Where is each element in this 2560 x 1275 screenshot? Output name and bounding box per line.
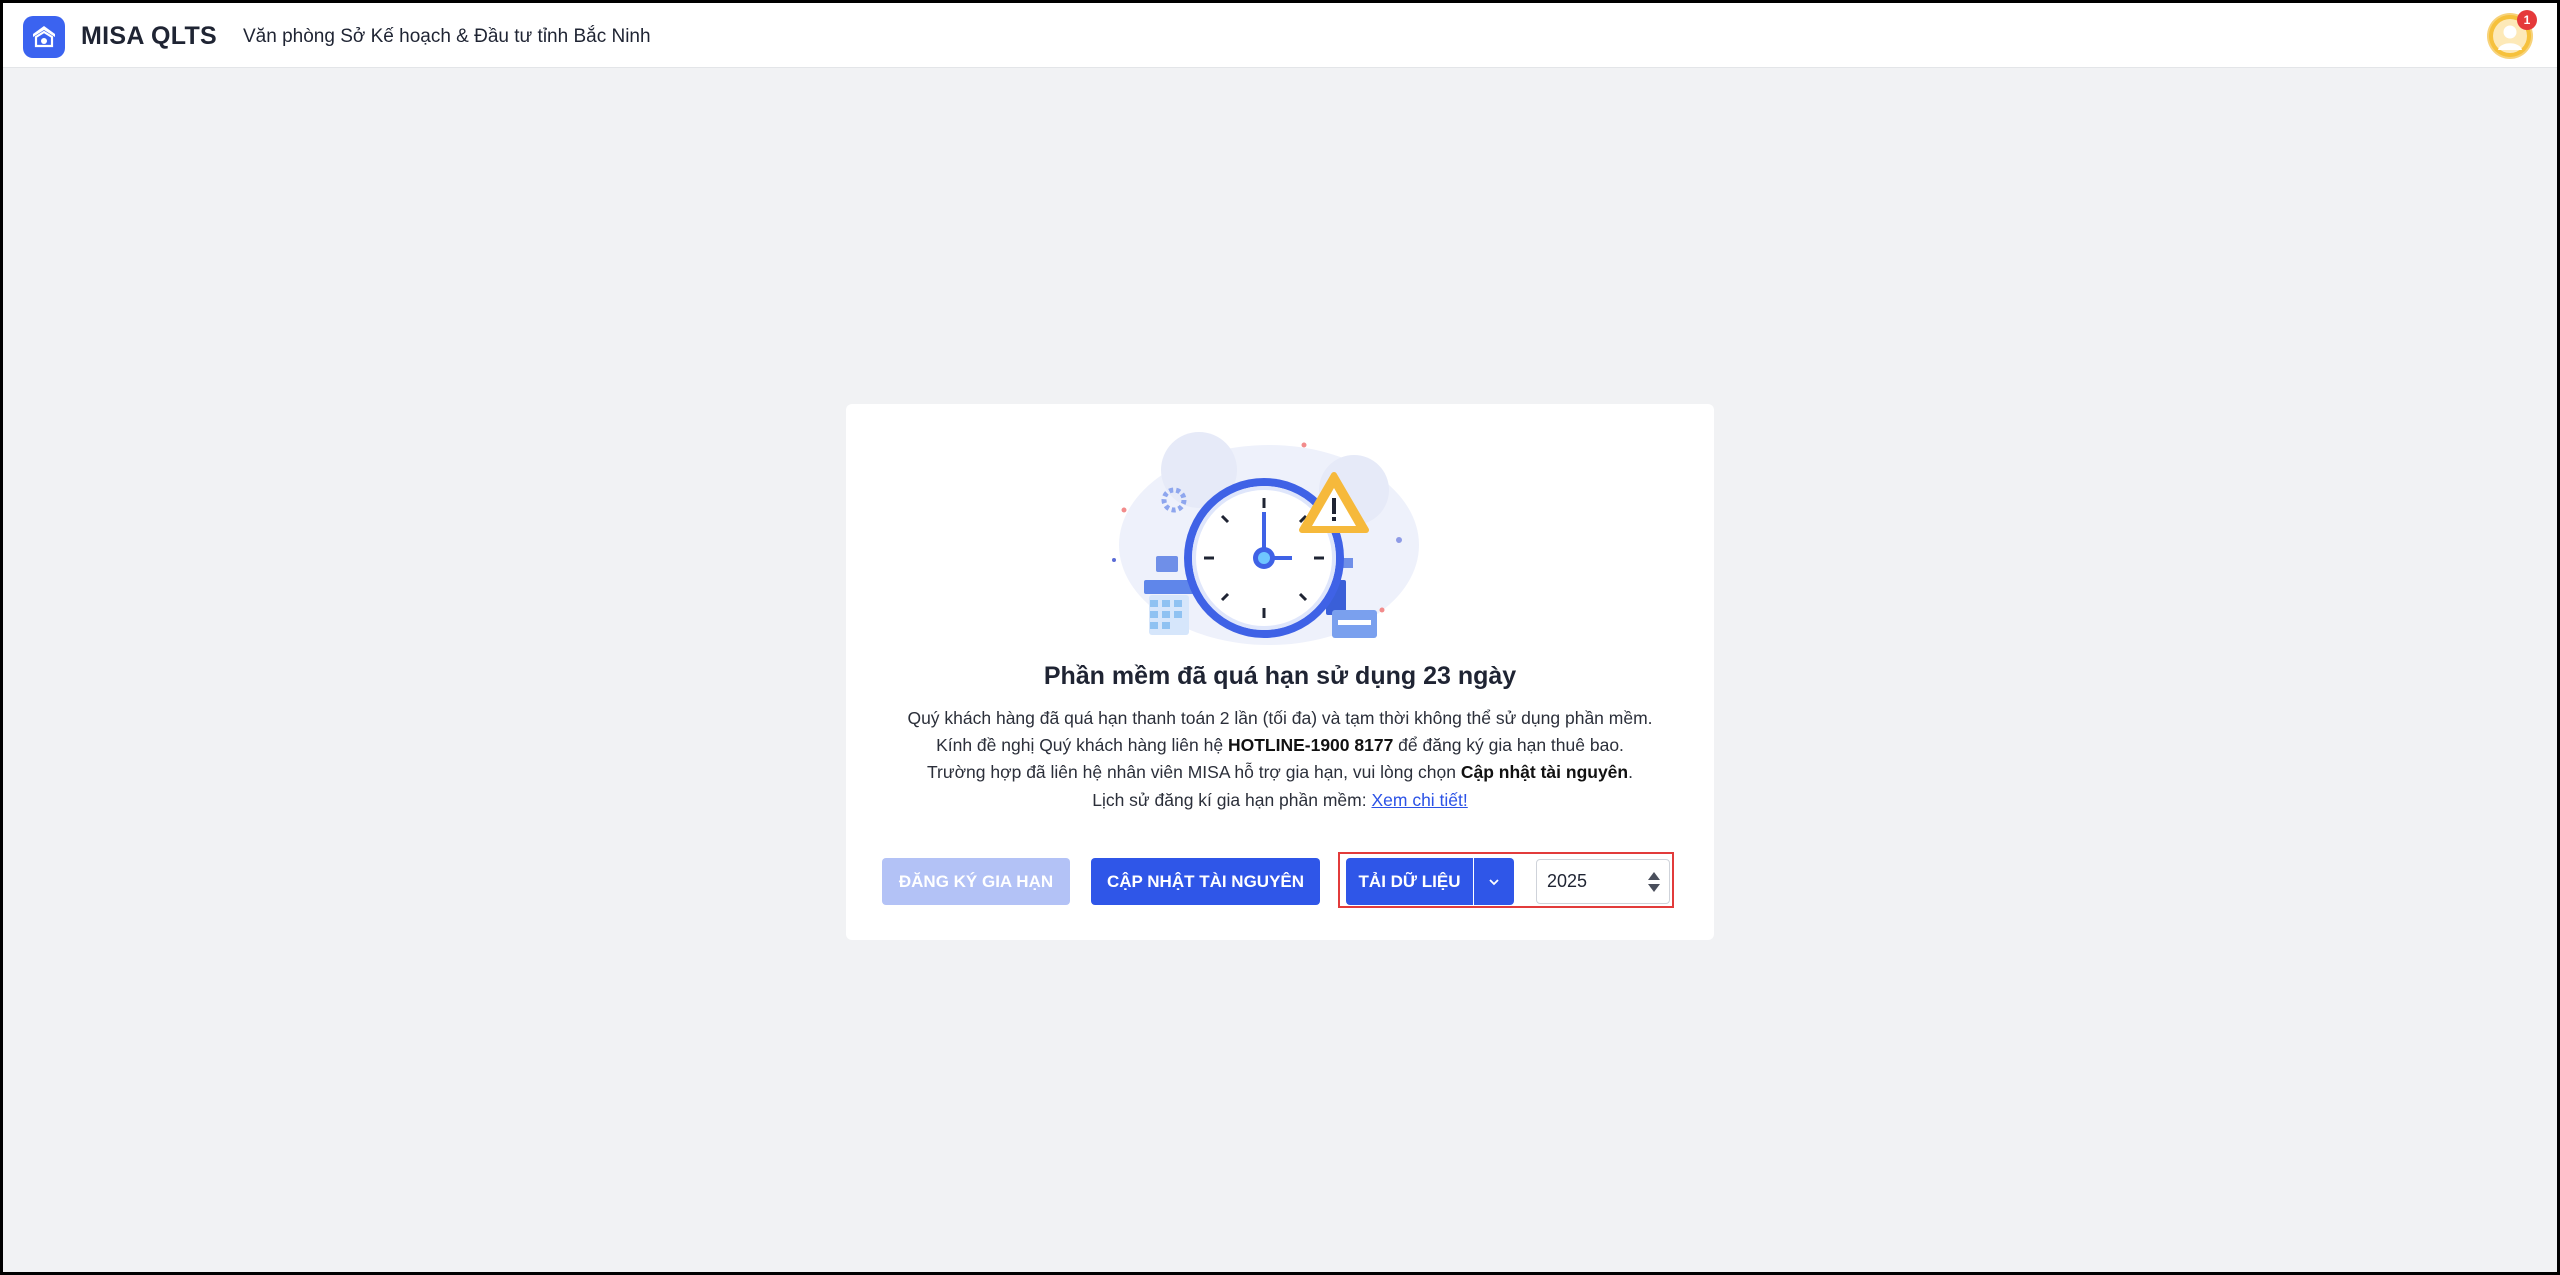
top-bar: MISA QLTS Văn phòng Sở Kế hoạch & Đầu tư…: [3, 3, 2557, 68]
app-title: MISA QLTS: [81, 22, 218, 50]
chevron-down-icon: [1489, 878, 1499, 885]
app-window: MISA QLTS Văn phòng Sở Kế hoạch & Đầu tư…: [3, 3, 2557, 1272]
notice-line-2: Kính đề nghị Quý khách hàng liên hệ HOTL…: [846, 735, 1714, 756]
notice-line-3: Trường hợp đã liên hệ nhân viên MISA hỗ …: [846, 762, 1714, 783]
download-dropdown-button[interactable]: [1474, 858, 1514, 905]
notice-line-3-suffix: .: [1628, 762, 1633, 782]
update-resource-hint: Cập nhật tài nguyên: [1460, 762, 1629, 782]
expired-title: Phần mềm đã quá hạn sử dụng 23 ngày: [1043, 662, 1517, 690]
spinner-arrows-icon[interactable]: [1645, 868, 1663, 896]
register-renewal-button[interactable]: ĐĂNG KÝ GIA HẠN: [882, 858, 1070, 905]
notice-line-4-prefix: Lịch sử đăng kí gia hạn phần mềm:: [1092, 790, 1372, 810]
update-resource-button[interactable]: CẬP NHẬT TÀI NGUYÊN: [1091, 858, 1320, 905]
organization-name: Văn phòng Sở Kế hoạch & Đầu tư tỉnh Bắc …: [243, 26, 651, 47]
year-input[interactable]: [1537, 860, 1637, 903]
notice-line-2-suffix: để đăng ký gia hạn thuê bao.: [1393, 735, 1624, 755]
hotline-text: HOTLINE-1900 8177: [1227, 735, 1394, 755]
notification-badge[interactable]: 1: [2517, 10, 2537, 30]
year-stepper[interactable]: [1536, 859, 1670, 904]
notice-line-4: Lịch sử đăng kí gia hạn phần mềm: Xem ch…: [846, 790, 1714, 811]
view-details-link[interactable]: Xem chi tiết!: [1371, 790, 1467, 810]
expired-clock-illustration: [1112, 432, 1419, 645]
misa-logo-icon[interactable]: [23, 16, 65, 58]
notice-line-2-prefix: Kính đề nghị Quý khách hàng liên hệ: [936, 735, 1228, 755]
notice-line-1: Quý khách hàng đã quá hạn thanh toán 2 l…: [907, 708, 1653, 728]
notice-line-3-prefix: Trường hợp đã liên hệ nhân viên MISA hỗ …: [927, 762, 1461, 782]
expired-notice-card: Phần mềm đã quá hạn sử dụng 23 ngày Quý …: [846, 404, 1714, 940]
download-data-button[interactable]: TẢI DỮ LIỆU: [1346, 858, 1473, 905]
